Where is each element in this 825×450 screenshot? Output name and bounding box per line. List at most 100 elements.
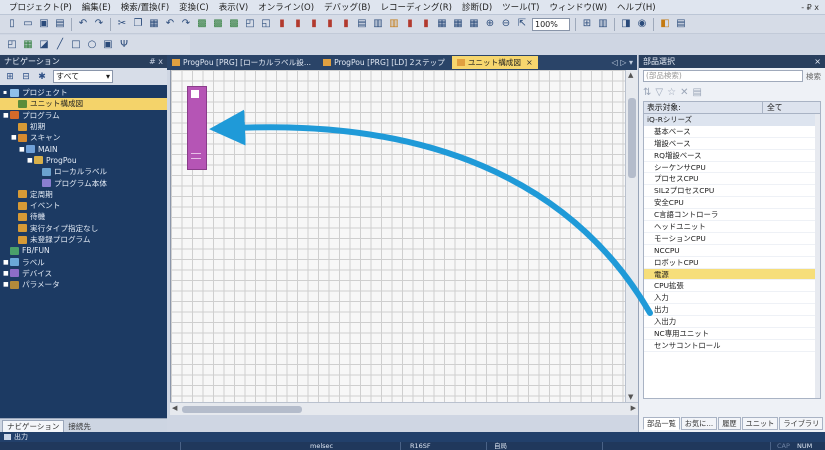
canvas-horizontal-scrollbar[interactable]: ◀ ▶: [170, 402, 638, 415]
menu-item[interactable]: ヘルプ(H): [612, 1, 661, 13]
rectangle-tool-icon[interactable]: □: [69, 38, 83, 52]
panel-controls[interactable]: # x: [149, 57, 163, 66]
parts-list-item[interactable]: 増設ベース: [644, 137, 820, 150]
label-icon[interactable]: ◧: [658, 17, 672, 31]
tree-node[interactable]: ▪ プロジェクト: [0, 87, 167, 98]
filter-icon[interactable]: ▽: [655, 87, 663, 98]
zoom-combo[interactable]: 100%: [532, 17, 570, 31]
tree-node[interactable]: ■ デバイス: [0, 268, 167, 279]
tree-node[interactable]: イベント: [0, 200, 167, 211]
parts-category[interactable]: iQ-Rシリーズ: [644, 114, 820, 126]
tree-node[interactable]: 定周期: [0, 189, 167, 200]
menu-item[interactable]: 検索/置換(F): [116, 1, 174, 13]
scroll-down-icon[interactable]: ▼: [628, 393, 633, 401]
parts-list-item[interactable]: ロボットCPU: [644, 256, 820, 269]
menu-item[interactable]: レコーディング(R): [376, 1, 457, 13]
save-icon[interactable]: ▣: [37, 17, 51, 31]
parts-list-item[interactable]: 基本ベース: [644, 125, 820, 138]
expand-toggle-icon[interactable]: ■: [11, 134, 18, 141]
diagnosis-icon[interactable]: ▦: [451, 17, 465, 31]
ellipse-tool-icon[interactable]: ○: [85, 38, 99, 52]
cross-ref-icon[interactable]: ▮: [291, 17, 305, 31]
parts-list-item[interactable]: C言語コントローラ: [644, 209, 820, 222]
copy-icon[interactable]: ❐: [131, 17, 145, 31]
tree-view-icon[interactable]: ⊞: [3, 70, 17, 83]
watch-icon[interactable]: ▮: [403, 17, 417, 31]
module-configuration-canvas[interactable]: [170, 70, 625, 402]
expand-toggle-icon[interactable]: ■: [19, 146, 26, 153]
tree-node[interactable]: ユニット構成図: [0, 98, 167, 110]
display-target-select[interactable]: 全て: [762, 102, 820, 113]
tree-node[interactable]: ローカルラベル: [0, 166, 167, 177]
parts-list-item[interactable]: プロセスCPU: [644, 173, 820, 186]
expand-toggle-icon[interactable]: ■: [3, 281, 10, 288]
output-tab[interactable]: 出力: [4, 432, 28, 442]
select-icon[interactable]: ◰: [5, 38, 19, 52]
zoom-out-icon[interactable]: ⊖: [499, 17, 513, 31]
window-controls[interactable]: - ₽ x: [801, 3, 825, 12]
device-list-icon[interactable]: ▮: [307, 17, 321, 31]
scroll-thumb[interactable]: [628, 98, 636, 178]
parts-list-item[interactable]: 安全CPU: [644, 197, 820, 210]
parts-list-item[interactable]: 電源: [644, 268, 820, 281]
menu-item[interactable]: 編集(E): [77, 1, 116, 13]
menu-item[interactable]: 診断(D): [457, 1, 497, 13]
image-tool-icon[interactable]: ▣: [101, 38, 115, 52]
parts-list-item[interactable]: シーケンサCPU: [644, 161, 820, 174]
new-project-icon[interactable]: ▯: [5, 17, 19, 31]
zoom-fit-icon[interactable]: ⇱: [515, 17, 529, 31]
menu-item[interactable]: 変換(C): [174, 1, 214, 13]
tree-node[interactable]: 未登録プログラム: [0, 234, 167, 245]
filter-select[interactable]: すべて: [53, 70, 113, 83]
tree-node[interactable]: FB/FUN: [0, 245, 167, 256]
parts-tab[interactable]: 部品一覧: [643, 417, 680, 430]
grid-icon[interactable]: ▥: [596, 17, 610, 31]
expand-all-icon[interactable]: ⊟: [19, 70, 33, 83]
redo-edit-icon[interactable]: ↷: [179, 17, 193, 31]
parts-tab[interactable]: お気に...: [680, 417, 718, 430]
parameter-icon[interactable]: ◉: [635, 17, 649, 31]
print-icon[interactable]: ▤: [53, 17, 67, 31]
close-tab-icon[interactable]: ×: [526, 58, 533, 67]
menu-item[interactable]: ウィンドウ(W): [544, 1, 612, 13]
parts-list-item[interactable]: モーションCPU: [644, 232, 820, 245]
tree-node[interactable]: ■ MAIN: [0, 143, 167, 154]
parts-list-item[interactable]: 入出力: [644, 316, 820, 329]
scroll-right-icon[interactable]: ▶: [631, 404, 636, 412]
parts-list-item[interactable]: RQ増設ベース: [644, 149, 820, 162]
tree-node[interactable]: 実行タイプ指定なし: [0, 223, 167, 234]
parts-tab[interactable]: ライブラリ: [779, 417, 824, 430]
menu-item[interactable]: ツール(T): [497, 1, 544, 13]
expand-toggle-icon[interactable]: ■: [3, 270, 10, 277]
tab-navigation[interactable]: ナビゲーション: [2, 420, 65, 432]
unit-block[interactable]: [187, 86, 207, 170]
monitor-stop-icon[interactable]: ▥: [387, 17, 401, 31]
parts-list-item[interactable]: センサコントロール: [644, 339, 820, 352]
expand-toggle-icon[interactable]: ■: [3, 112, 10, 119]
write-plc-icon[interactable]: ▮: [323, 17, 337, 31]
redo-icon[interactable]: ↷: [92, 17, 106, 31]
document-tab[interactable]: ProgPou [PRG] [ローカルラベル設...: [167, 56, 316, 69]
modify-value-icon[interactable]: ▮: [419, 17, 433, 31]
expand-toggle-icon[interactable]: ■: [27, 157, 34, 164]
tree-node[interactable]: ■ スキャン: [0, 132, 167, 143]
parts-list-item[interactable]: SIL2プロセスCPU: [644, 185, 820, 198]
tab-connection[interactable]: 接続先: [64, 420, 95, 432]
document-tab[interactable]: ProgPou [PRG] [LD] 2ステップ: [318, 56, 450, 69]
tree-node[interactable]: ■ プログラム: [0, 110, 167, 121]
find-icon[interactable]: ◰: [243, 17, 257, 31]
menu-item[interactable]: プロジェクト(P): [4, 1, 77, 13]
tab-scroll-controls[interactable]: ◁ ▷ ▾: [612, 58, 637, 67]
element-icon[interactable]: ▦: [21, 38, 35, 52]
parts-search-button[interactable]: 検索: [806, 71, 821, 82]
delete-icon[interactable]: ✕: [680, 87, 688, 98]
parts-close[interactable]: ×: [814, 57, 821, 66]
document-tab[interactable]: ユニット構成図 ×: [451, 56, 538, 69]
parts-list-item[interactable]: NCCPU: [644, 244, 820, 257]
expand-toggle-icon[interactable]: ▪: [3, 89, 10, 96]
undo-icon[interactable]: ↶: [76, 17, 90, 31]
zoom-in-icon[interactable]: ⊕: [483, 17, 497, 31]
scroll-thumb[interactable]: [182, 406, 302, 413]
parts-list-scrollbar[interactable]: [815, 114, 820, 398]
settings-gear-icon[interactable]: ✱: [35, 70, 49, 83]
